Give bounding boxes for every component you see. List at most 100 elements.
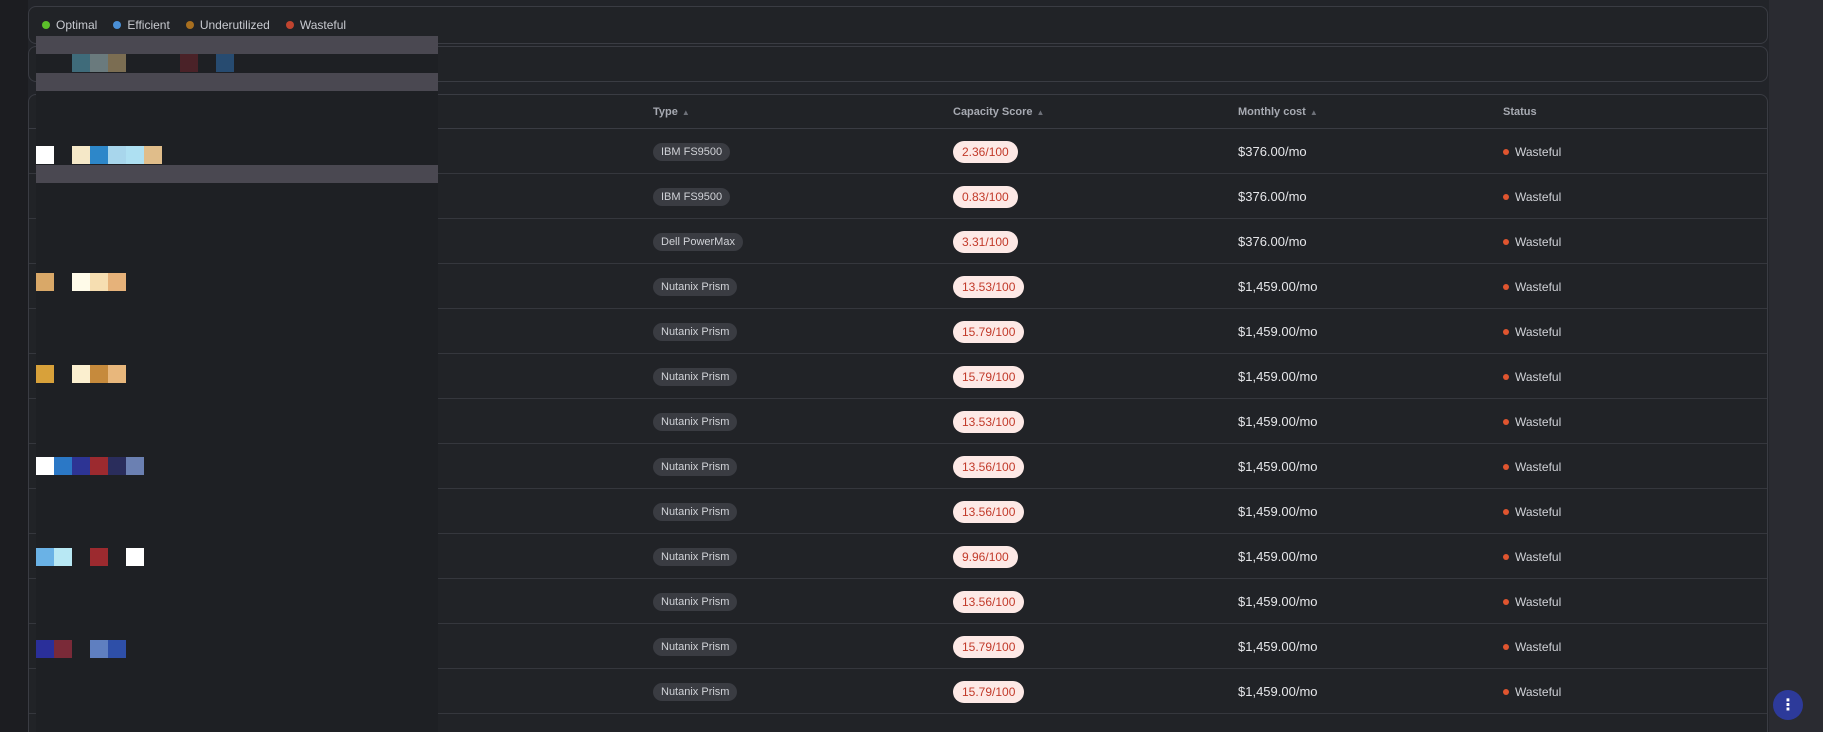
capacity-score-cell: 3.31/100: [953, 219, 1018, 264]
capacity-score-badge: 13.53/100: [953, 410, 1025, 433]
capacity-score-cell: 9.96/100: [953, 534, 1018, 579]
column-header-type[interactable]: Type ▲: [653, 106, 690, 118]
capacity-score-cell: 15.79/100: [953, 309, 1025, 354]
status-dot-icon: [1503, 463, 1509, 470]
capacity-score-cell: 15.79/100: [953, 669, 1025, 714]
status-badge: Wasteful: [1503, 550, 1561, 564]
type-badge: Nutanix Prism: [653, 637, 738, 656]
wasteful-dot-icon: [285, 21, 294, 29]
status-dot-icon: [1503, 148, 1509, 155]
status-badge: Wasteful: [1503, 640, 1561, 654]
monthly-cost-cell: $376.00/mo: [1238, 129, 1307, 174]
status-label: Wasteful: [1515, 144, 1562, 159]
monthly-cost-cell: $1,459.00/mo: [1238, 624, 1318, 669]
status-label: Wasteful: [1515, 234, 1562, 249]
capacity-score-cell: 15.79/100: [953, 624, 1025, 669]
status-label: Wasteful: [1515, 594, 1562, 609]
obscured-region: [36, 36, 438, 732]
status-badge: Wasteful: [1503, 595, 1561, 609]
efficient-dot-icon: [113, 21, 122, 29]
capacity-score-cell: 13.56/100: [953, 579, 1025, 624]
status-badge: Wasteful: [1503, 460, 1561, 474]
monthly-cost: $1,459.00/mo: [1238, 504, 1318, 519]
type-cell: Nutanix Prism: [653, 444, 738, 489]
capacity-score-badge: 9.96/100: [953, 545, 1018, 568]
header-label: Capacity Score: [953, 106, 1033, 118]
status-badge: Wasteful: [1503, 235, 1561, 249]
type-cell: Nutanix Prism: [653, 624, 738, 669]
monthly-cost: $1,459.00/mo: [1238, 684, 1318, 699]
monthly-cost: $1,459.00/mo: [1238, 279, 1318, 294]
monthly-cost-cell: $1,459.00/mo: [1238, 399, 1318, 444]
legend-item-underutilized: Underutilized: [185, 18, 270, 32]
type-cell: Nutanix Prism: [653, 669, 738, 714]
capacity-score-badge: 15.79/100: [953, 365, 1025, 388]
status-cell: Wasteful: [1503, 399, 1561, 444]
status-label: Wasteful: [1515, 504, 1562, 519]
status-badge: Wasteful: [1503, 370, 1561, 384]
type-cell: Nutanix Prism: [653, 489, 738, 534]
sort-icon: ▲: [1309, 107, 1318, 117]
status-label: Wasteful: [1515, 549, 1562, 564]
type-badge: Nutanix Prism: [653, 367, 738, 386]
sort-icon: ▲: [1036, 107, 1045, 117]
type-badge: Nutanix Prism: [653, 277, 738, 296]
status-dot-icon: [1503, 688, 1509, 695]
monthly-cost: $1,459.00/mo: [1238, 369, 1318, 384]
left-gutter: [0, 0, 28, 732]
legend-label: Underutilized: [199, 18, 270, 32]
status-cell: Wasteful: [1503, 624, 1561, 669]
type-badge: Nutanix Prism: [653, 547, 738, 566]
monthly-cost: $1,459.00/mo: [1238, 594, 1318, 609]
type-cell: Dell PowerMax: [653, 219, 743, 264]
type-cell: Nutanix Prism: [653, 264, 738, 309]
status-cell: Wasteful: [1503, 309, 1561, 354]
status-dot-icon: [1503, 193, 1509, 200]
monthly-cost-cell: $1,459.00/mo: [1238, 309, 1318, 354]
status-dot-icon: [1503, 598, 1509, 605]
status-dot-icon: [1503, 238, 1509, 245]
monthly-cost: $376.00/mo: [1238, 189, 1307, 204]
header-label: Monthly cost: [1238, 106, 1306, 118]
status-badge: Wasteful: [1503, 685, 1561, 699]
status-badge: Wasteful: [1503, 505, 1561, 519]
status-badge: Wasteful: [1503, 280, 1561, 294]
status-cell: Wasteful: [1503, 444, 1561, 489]
monthly-cost-cell: $1,459.00/mo: [1238, 489, 1318, 534]
column-header-status[interactable]: Status: [1503, 106, 1537, 118]
obscured-band: [36, 165, 438, 183]
type-badge: Nutanix Prism: [653, 682, 738, 701]
monthly-cost: $1,459.00/mo: [1238, 459, 1318, 474]
status-cell: Wasteful: [1503, 579, 1561, 624]
monthly-cost: $376.00/mo: [1238, 234, 1307, 249]
type-badge: Nutanix Prism: [653, 502, 738, 521]
type-badge: Nutanix Prism: [653, 322, 738, 341]
monthly-cost: $1,459.00/mo: [1238, 549, 1318, 564]
monthly-cost: $376.00/mo: [1238, 144, 1307, 159]
monthly-cost-cell: $1,459.00/mo: [1238, 669, 1318, 714]
status-label: Wasteful: [1515, 459, 1562, 474]
more-options-button[interactable]: ⋮: [1773, 690, 1803, 720]
type-cell: Nutanix Prism: [653, 309, 738, 354]
capacity-score-badge: 13.53/100: [953, 275, 1025, 298]
capacity-score-cell: 0.83/100: [953, 174, 1018, 219]
capacity-score-cell: 15.79/100: [953, 354, 1025, 399]
capacity-score-cell: 2.36/100: [953, 129, 1018, 174]
capacity-score-badge: 3.31/100: [953, 230, 1018, 253]
type-cell: IBM FS9500: [653, 174, 731, 219]
legend-item-optimal: Optimal: [42, 18, 97, 32]
capacity-score-badge: 15.79/100: [953, 635, 1025, 658]
column-header-monthly-cost[interactable]: Monthly cost ▲: [1238, 106, 1318, 118]
monthly-cost-cell: $376.00/mo: [1238, 219, 1307, 264]
status-dot-icon: [1503, 328, 1509, 335]
status-dot-icon: [1503, 283, 1509, 290]
status-label: Wasteful: [1515, 324, 1562, 339]
monthly-cost-cell: $1,459.00/mo: [1238, 579, 1318, 624]
right-gutter: [1769, 0, 1823, 732]
capacity-score-badge: 13.56/100: [953, 455, 1025, 478]
status-badge: Wasteful: [1503, 415, 1561, 429]
status-cell: Wasteful: [1503, 129, 1561, 174]
column-header-capacity-score[interactable]: Capacity Score ▲: [953, 106, 1044, 118]
type-badge: Dell PowerMax: [653, 232, 743, 251]
capacity-score-badge: 13.56/100: [953, 590, 1025, 613]
